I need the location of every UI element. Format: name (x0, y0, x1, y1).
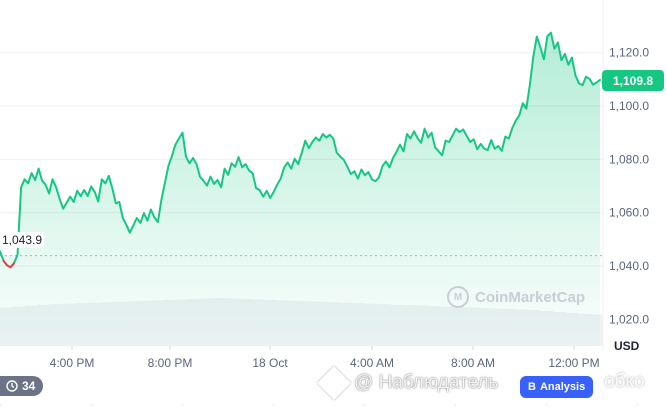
analysis-button-prefix: B (528, 381, 536, 393)
channel-overlay: @ Наблюдатель (317, 366, 499, 400)
watermark-text: CoinMarketCap (475, 288, 586, 306)
reference-price-label: 1,043.9 (0, 232, 45, 248)
x-tick-label: 4:00 AM (350, 356, 394, 370)
analysis-button-label: Analysis (539, 381, 586, 393)
x-tick-label: 4:00 PM (50, 356, 95, 370)
x-tick-label: 8:00 AM (451, 356, 495, 370)
y-tick-label: 1,100.0 (609, 99, 649, 113)
clock-icon (6, 380, 18, 392)
diamond-logo-icon (317, 366, 351, 400)
currency-unit: USD (614, 339, 640, 353)
y-tick-label: 1,120.0 (609, 46, 649, 60)
analysis-button[interactable]: B Analysis (520, 376, 594, 398)
watermark: M CoinMarketCap (447, 286, 585, 308)
x-tick-label: 18 Oct (252, 356, 288, 370)
y-tick-label: 1,040.0 (609, 259, 649, 273)
coinmarketcap-logo-icon: M (447, 286, 469, 308)
y-tick-label: 1,020.0 (609, 312, 649, 326)
badge-count: 34 (22, 379, 36, 393)
x-tick-label: 8:00 PM (148, 356, 193, 370)
overlay-text-main: @ Наблюдатель (354, 372, 499, 393)
comment-count-badge[interactable]: 34 (0, 376, 44, 396)
price-chart-svg: 1,020.0 1,040.0 1,060.0 1,080.0 1,100.0 1,120… (0, 0, 667, 406)
current-price-label: 1,109.8 (602, 70, 664, 91)
y-tick-label: 1,080.0 (609, 152, 649, 166)
x-tick-label: 12:00 PM (548, 356, 599, 370)
overlay-text-tail: обко (604, 371, 645, 392)
price-chart: 1,020.0 1,040.0 1,060.0 1,080.0 1,100.0 1,120… (0, 0, 667, 410)
y-tick-label: 1,060.0 (609, 206, 649, 220)
